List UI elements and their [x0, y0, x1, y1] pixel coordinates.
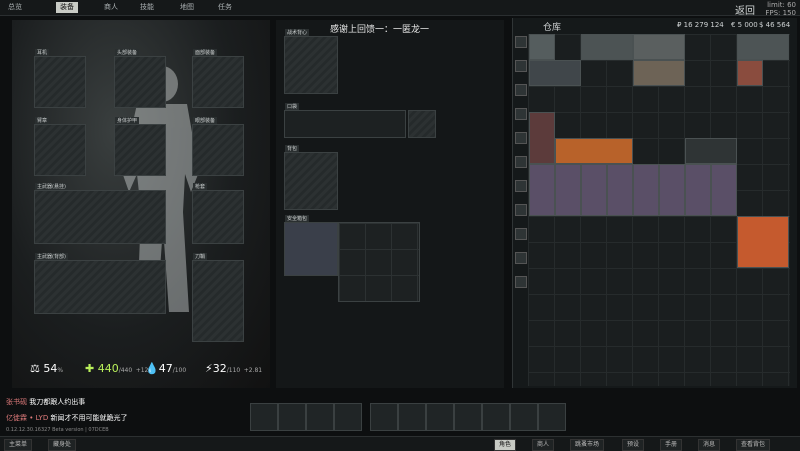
top-navigation-bar: 总览 装备 商人 技能 地图 任务 — [0, 0, 800, 16]
filter-medical-icon[interactable] — [515, 132, 527, 144]
handbook-button[interactable]: 手册 — [660, 439, 683, 451]
stash-item[interactable] — [555, 138, 633, 164]
limit-readout: limit: 60 — [767, 1, 796, 9]
event-title: 感谢上回馈一：一匿龙一 — [330, 25, 430, 35]
tab-tasks[interactable]: 任务 — [214, 2, 236, 13]
eyewear-slot[interactable]: 眼部装备 — [192, 117, 244, 176]
tab-overview[interactable]: 总览 — [4, 2, 26, 13]
quick-slot[interactable] — [398, 403, 426, 431]
stash-item[interactable] — [555, 164, 581, 216]
character-loadout-panel: 耳机 头部装备 面部装备 臂章 身体护甲 眼部装备 主武器(悬挂) 枪套 主武器… — [12, 20, 270, 388]
face-cover-slot[interactable]: 面部装备 — [192, 49, 244, 108]
quick-slot[interactable] — [278, 403, 306, 431]
secure-container-slot[interactable]: 安全箱包 — [284, 215, 338, 276]
main-menu-button[interactable]: 主菜单 — [4, 439, 33, 451]
stash-item[interactable] — [529, 60, 581, 86]
filter-containers-icon[interactable] — [515, 108, 527, 120]
character-button[interactable]: 角色 — [494, 439, 517, 451]
stash-item[interactable] — [529, 34, 555, 60]
filter-food-icon[interactable] — [515, 156, 527, 168]
quick-slot[interactable] — [370, 403, 398, 431]
stash-item[interactable] — [737, 60, 763, 86]
quick-slot[interactable] — [510, 403, 538, 431]
euros-balance: € 5 000 — [731, 21, 758, 29]
flea-market-button[interactable]: 跳蚤市场 — [570, 439, 605, 451]
stash-item[interactable] — [633, 60, 685, 86]
stash-item[interactable] — [581, 164, 607, 216]
messages-button[interactable]: 消息 — [698, 439, 721, 451]
stash-item[interactable] — [659, 164, 685, 216]
quick-slot[interactable] — [334, 403, 362, 431]
holster-slot[interactable]: 枪套 — [192, 183, 244, 244]
tab-skills[interactable]: 技能 — [136, 2, 158, 13]
back-button[interactable]: 返回 — [735, 2, 755, 17]
hydration-stat: 💧47/100 — [145, 362, 187, 375]
filter-info-icon[interactable] — [515, 252, 527, 264]
version-label: 0.12.12.30.16327 Beta version | 07DCEB — [6, 427, 109, 433]
stash-item[interactable] — [711, 164, 737, 216]
chat-log: 张书砚 我刀都跟人约出事 亿徙霖 • LYD 新闻才不用可能就跪光了 0.12.… — [6, 397, 127, 433]
inspect-button[interactable]: 查看背包 — [736, 439, 771, 451]
primary-weapon-sling-slot[interactable]: 主武器(悬挂) — [34, 183, 166, 244]
filter-weapons-icon[interactable] — [515, 60, 527, 72]
tactical-rig-slot[interactable]: 战术背心 — [284, 29, 338, 94]
quick-slot[interactable] — [250, 403, 278, 431]
stash-item[interactable] — [581, 34, 633, 60]
quick-slot[interactable] — [454, 403, 482, 431]
earpiece-slot[interactable]: 耳机 — [34, 49, 86, 108]
traders-button[interactable]: 商人 — [532, 439, 555, 451]
fps-counter: limit: 60 FPS: 150 — [765, 1, 796, 17]
stash-item[interactable] — [685, 164, 711, 216]
health-stat: ✚ 440/440 +12/7 — [85, 362, 155, 375]
rubles-balance: ₽ 16 279 124 — [677, 21, 724, 29]
dollars-balance: $ 46 564 — [759, 21, 791, 29]
hideout-button[interactable]: 藏身处 — [48, 439, 77, 451]
stash-item[interactable] — [607, 164, 633, 216]
filter-barter-icon[interactable] — [515, 204, 527, 216]
energy-stat: ⚡32/110 +2.81 — [205, 362, 263, 375]
fps-readout: FPS: 150 — [765, 9, 796, 17]
filter-ammo-icon[interactable] — [515, 180, 527, 192]
bottom-menu-bar: 主菜单 藏身处 角色 商人 跳蚤市场 预设 手册 消息 查看背包 — [0, 436, 800, 451]
tab-traders[interactable]: 商人 — [100, 2, 122, 13]
body-armor-slot[interactable]: 身体护甲 — [114, 117, 166, 176]
backpack-slot[interactable]: 背包 — [284, 145, 338, 210]
secure-container-grid[interactable] — [338, 222, 420, 302]
stash-title: 仓库 — [543, 23, 562, 33]
scabbard-slot[interactable]: 刀鞘 — [192, 253, 244, 342]
primary-weapon-back-slot[interactable]: 主武器(背部) — [34, 253, 166, 314]
pockets-grid[interactable]: 口袋 — [284, 103, 406, 138]
presets-button[interactable]: 预设 — [622, 439, 645, 451]
stash-item[interactable] — [737, 216, 789, 268]
stash-item[interactable] — [737, 34, 789, 60]
quick-slot[interactable] — [306, 403, 334, 431]
tab-map[interactable]: 地图 — [176, 2, 198, 13]
stash-item[interactable] — [633, 34, 685, 60]
tab-gear[interactable]: 装备 — [56, 2, 78, 13]
headwear-slot[interactable]: 头部装备 — [114, 49, 166, 108]
quick-slot[interactable] — [426, 403, 454, 431]
chat-line: 张书砚 我刀都跟人约出事 — [6, 398, 86, 406]
armband-slot[interactable]: 臂章 — [34, 117, 86, 176]
stash-item[interactable] — [685, 138, 737, 164]
filter-gear-icon[interactable] — [515, 84, 527, 96]
weight-stat: ⚖ 54% — [30, 362, 64, 375]
chat-line: 亿徙霖 • LYD 新闻才不用可能就跪光了 — [6, 414, 128, 422]
stash-item[interactable] — [633, 164, 659, 216]
sort-icon[interactable] — [515, 276, 527, 288]
pocket-item-grenade[interactable] — [408, 110, 436, 138]
filter-keys-icon[interactable] — [515, 228, 527, 240]
filter-all-icon[interactable] — [515, 36, 527, 48]
quick-slot[interactable] — [538, 403, 566, 431]
stash-item[interactable] — [529, 164, 555, 216]
stash-item[interactable] — [529, 112, 555, 164]
quick-slot[interactable] — [482, 403, 510, 431]
